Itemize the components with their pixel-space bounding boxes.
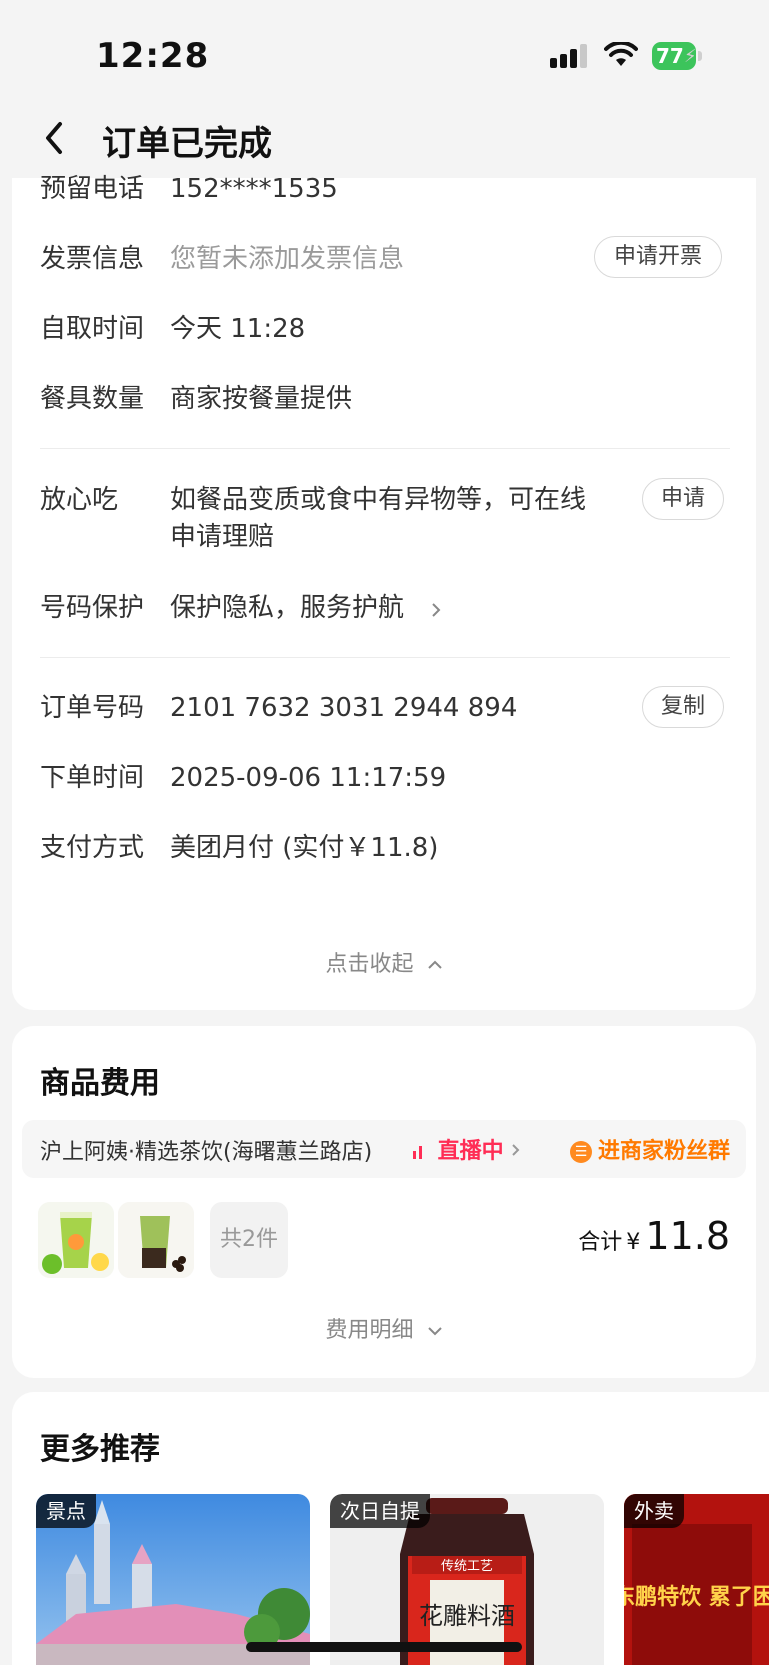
nav-bar: 订单已完成 <box>0 100 769 178</box>
order-number-label: 订单号码 <box>40 693 145 723</box>
total-price: 合计 ¥ 11.8 <box>578 1214 730 1258</box>
fee-detail-label: 费用明细 <box>325 1318 414 1343</box>
home-indicator[interactable] <box>246 1642 522 1652</box>
battery-level: 77 <box>656 44 684 68</box>
recommend-section-title: 更多推荐 <box>40 1432 160 1467</box>
apply-claim-button[interactable]: 申请 <box>642 478 724 520</box>
goods-section-title: 商品费用 <box>40 1066 160 1101</box>
safe-eat-text-line1: 如餐品变质或食中有异物等，可在线 <box>170 485 587 515</box>
live-label: 直播中 <box>437 1139 504 1164</box>
total-label: 合计 <box>578 1230 623 1255</box>
back-arrow-icon[interactable] <box>40 118 68 158</box>
bottle-label-top: 传统工艺 <box>441 1559 493 1574</box>
battery-icon: 77 ⚡ <box>652 42 702 70</box>
wifi-icon <box>604 42 638 66</box>
product-thumbnail[interactable] <box>38 1202 114 1278</box>
number-protect-value: 保护隐私，服务护航 <box>170 593 405 623</box>
fee-detail-toggle[interactable]: 费用明细 <box>12 1312 756 1344</box>
status-bar: 12:28 77 ⚡ <box>0 0 769 110</box>
charging-bolt-icon: ⚡ <box>684 46 697 67</box>
phone-value: 152****1535 <box>170 174 338 204</box>
divider <box>40 657 730 658</box>
recommend-item[interactable]: 传统工艺 花雕料酒 次日自提 <box>330 1494 604 1665</box>
chat-bubble-icon: ☰ <box>569 1141 592 1163</box>
order-info-card: 预留电话 152****1535 发票信息 您暂未添加发票信息 申请开票 自取时… <box>12 174 756 1010</box>
recommend-tag: 景点 <box>36 1494 96 1528</box>
fans-group-link[interactable]: ☰ 进商家粉丝群 <box>569 1133 730 1165</box>
store-name[interactable]: 沪上阿姨·精选茶饮(海曙蕙兰路店) <box>40 1134 372 1166</box>
live-bars-icon <box>413 1146 422 1159</box>
copy-button[interactable]: 复制 <box>642 686 724 728</box>
phone-label: 预留电话 <box>40 174 145 204</box>
utensils-label: 餐具数量 <box>40 384 145 414</box>
pickup-time-label: 自取时间 <box>40 314 145 344</box>
goods-cost-card: 商品费用 沪上阿姨·精选茶饮(海曙蕙兰路店) 直播中 ☰ 进商家粉丝群 共2件 … <box>12 1026 756 1378</box>
status-time: 12:28 <box>96 36 210 76</box>
item-count[interactable]: 共2件 <box>210 1202 288 1278</box>
collapse-label: 点击收起 <box>325 952 414 977</box>
number-protect-label: 号码保护 <box>40 593 145 623</box>
chevron-down-icon <box>427 1327 442 1336</box>
recommend-card: 更多推荐 景点 传统工艺 花雕料酒 次日自提 东鹏特饮 累了困 外卖 <box>12 1392 769 1665</box>
live-badge[interactable]: 直播中 <box>412 1133 521 1165</box>
order-number-value: 2101 7632 3031 2944 894 <box>170 693 518 723</box>
total-value: 11.8 <box>645 1214 730 1258</box>
safe-eat-label: 放心吃 <box>40 485 119 515</box>
cellular-signal-icon <box>550 44 587 68</box>
safe-eat-text-line2: 申请理赔 <box>170 522 275 552</box>
invoice-value: 您暂未添加发票信息 <box>170 244 405 274</box>
product-thumbnail[interactable] <box>118 1202 194 1278</box>
fans-group-label: 进商家粉丝群 <box>597 1139 730 1164</box>
store-bar[interactable]: 沪上阿姨·精选茶饮(海曙蕙兰路店) 直播中 ☰ 进商家粉丝群 <box>22 1120 746 1178</box>
page-title: 订单已完成 <box>102 124 272 164</box>
collapse-toggle[interactable]: 点击收起 <box>12 946 756 978</box>
bottle-label-main: 花雕料酒 <box>419 1602 515 1630</box>
pickup-time-value: 今天 11:28 <box>170 314 306 344</box>
divider <box>40 448 730 449</box>
currency-symbol: ¥ <box>626 1230 641 1255</box>
chevron-up-icon <box>427 960 442 969</box>
order-time-value: 2025-09-06 11:17:59 <box>170 763 447 793</box>
payment-label: 支付方式 <box>40 833 145 863</box>
invoice-label: 发票信息 <box>40 244 145 274</box>
chevron-right-icon <box>432 603 441 617</box>
recommend-tag: 次日自提 <box>330 1494 430 1528</box>
utensils-value: 商家按餐量提供 <box>170 384 353 414</box>
order-time-label: 下单时间 <box>40 763 145 793</box>
recommend-item[interactable]: 景点 <box>36 1494 310 1665</box>
chevron-right-icon <box>512 1144 520 1156</box>
apply-invoice-button[interactable]: 申请开票 <box>594 236 722 278</box>
payment-value: 美团月付 (实付￥11.8) <box>170 833 439 863</box>
poster-text: 鲁东鹏特饮 累了困了 <box>624 1584 769 1610</box>
recommend-tag: 外卖 <box>624 1494 684 1528</box>
recommend-item[interactable]: 鲁东鹏特饮 累了困了 外卖 <box>624 1494 769 1665</box>
